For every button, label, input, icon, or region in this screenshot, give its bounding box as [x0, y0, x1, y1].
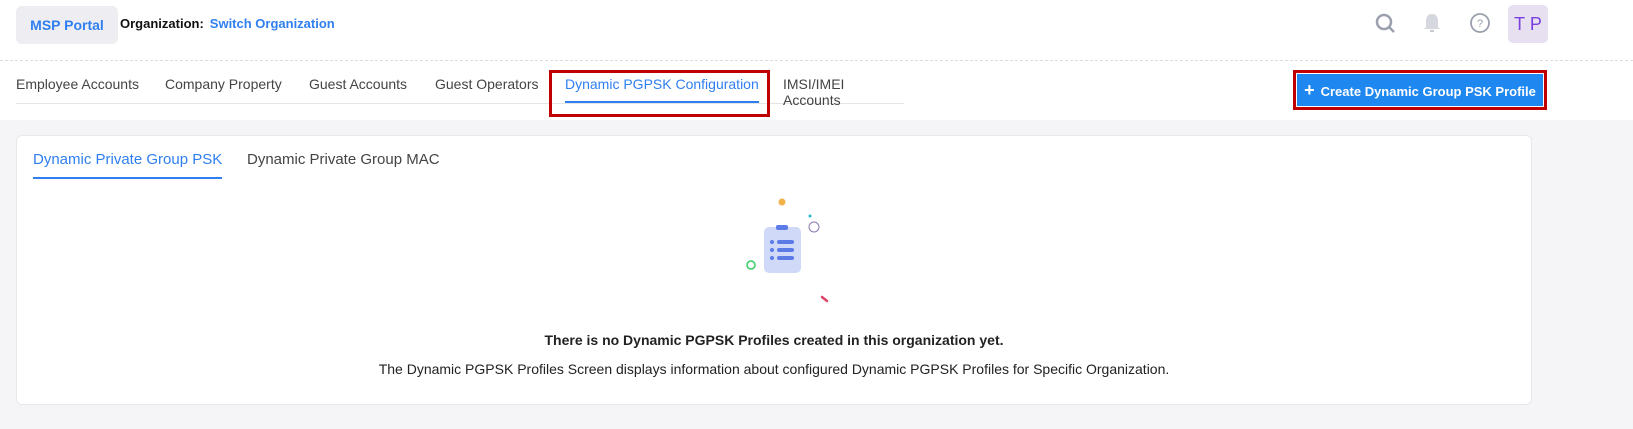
help-icon[interactable]: ? [1469, 12, 1491, 34]
empty-state-title: There is no Dynamic PGPSK Profiles creat… [544, 332, 1004, 348]
msp-portal-button[interactable]: MSP Portal [16, 6, 118, 44]
tab-imsi-imei-accounts[interactable]: IMSI/IMEI Accounts [783, 76, 904, 108]
tab-employee-accounts[interactable]: Employee Accounts [16, 76, 139, 92]
empty-state-description: The Dynamic PGPSK Profiles Screen displa… [378, 361, 1170, 377]
svg-text:?: ? [1477, 18, 1483, 30]
tab-guest-accounts[interactable]: Guest Accounts [309, 76, 407, 92]
subtab-dynamic-private-group-mac[interactable]: Dynamic Private Group MAC [247, 151, 440, 168]
switch-organization-link[interactable]: Switch Organization [210, 16, 335, 31]
org-label: Organization: [120, 16, 204, 31]
content-card: Dynamic Private Group PSK Dynamic Privat… [16, 135, 1532, 405]
tab-guest-operators[interactable]: Guest Operators [435, 76, 539, 92]
main-tabs: Employee Accounts Company Property Guest… [16, 76, 904, 108]
organization-selector: Organization: Switch Organization [120, 16, 335, 31]
empty-clipboard-illustration [746, 198, 829, 303]
highlight-box [1293, 70, 1547, 110]
bell-icon[interactable] [1421, 12, 1443, 34]
user-avatar[interactable]: T P [1508, 5, 1548, 43]
divider [0, 60, 1633, 61]
tab-company-property[interactable]: Company Property [165, 76, 282, 92]
search-icon[interactable] [1374, 12, 1396, 34]
subtab-dynamic-private-group-psk[interactable]: Dynamic Private Group PSK [33, 151, 223, 179]
highlight-box [549, 70, 770, 117]
